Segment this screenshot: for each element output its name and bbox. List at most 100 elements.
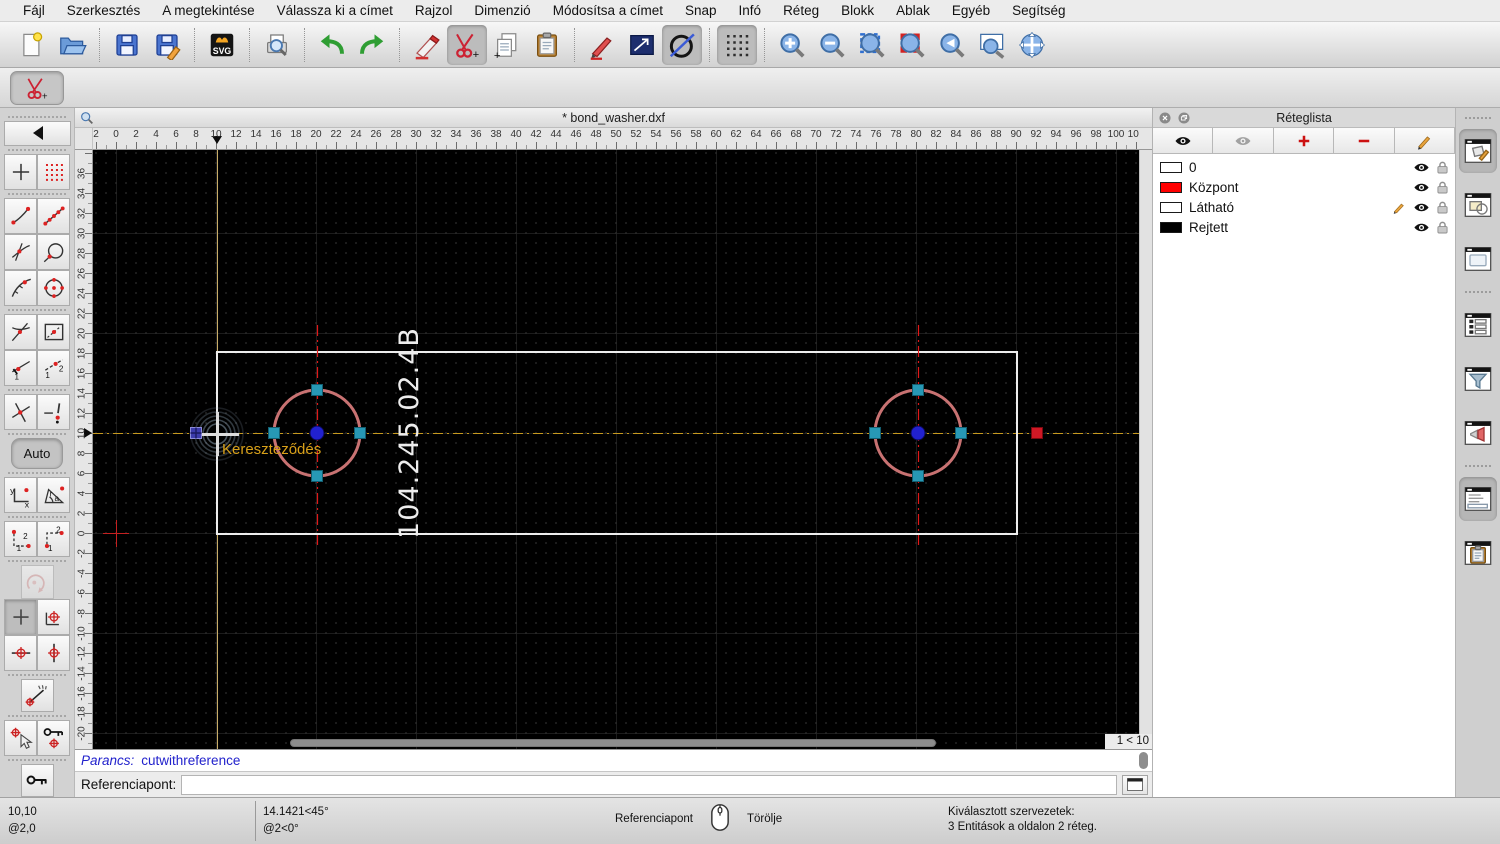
menu-item-8[interactable]: Snap (674, 3, 728, 18)
part-number-label[interactable]: 104.245.02.4B (394, 327, 425, 539)
save-as-button[interactable] (147, 25, 187, 65)
dock-handle[interactable] (8, 192, 66, 195)
layer-visibility-eye-icon[interactable] (1413, 181, 1430, 194)
layer-visibility-eye-icon[interactable] (1413, 221, 1430, 234)
layer-panel-title-bar[interactable]: Réteglista (1153, 108, 1455, 128)
restrict-nothing-button[interactable] (4, 598, 37, 635)
layer-list-dock-button[interactable] (1459, 129, 1497, 173)
command-prompt-dock-button[interactable] (1459, 411, 1497, 455)
menu-item-6[interactable]: Dimenzió (463, 3, 541, 18)
layer-lock-icon[interactable] (1437, 161, 1448, 174)
snap-distance-manual-2-button[interactable]: 12 (37, 349, 70, 386)
menu-item-4[interactable]: Válassza ki a címet (266, 3, 404, 18)
dock-handle[interactable] (8, 148, 66, 151)
dock-handle[interactable] (8, 308, 66, 311)
add-layer-button[interactable] (1273, 128, 1335, 153)
dock-handle[interactable] (8, 116, 66, 118)
left-circle-center-point[interactable] (309, 425, 325, 441)
menu-item-3[interactable]: A megtekintése (151, 3, 265, 18)
block-list-dock-button[interactable] (1459, 183, 1497, 227)
zoom-in-button[interactable] (772, 25, 812, 65)
filter-dock-button[interactable] (1459, 357, 1497, 401)
dock-handle[interactable] (8, 560, 66, 563)
dock-handle[interactable] (8, 472, 66, 475)
layer-row-Látható[interactable]: Látható (1153, 197, 1455, 217)
endpoint-handle[interactable] (1031, 427, 1043, 439)
entity-list-dock-button[interactable] (1459, 303, 1497, 347)
draw-pen-button[interactable] (582, 25, 622, 65)
menu-item-1[interactable]: Fájl (12, 3, 56, 18)
zoom-pan-button[interactable] (1012, 25, 1052, 65)
zoom-auto-button[interactable] (852, 25, 892, 65)
snap-distance-button[interactable] (4, 269, 37, 306)
copy-button[interactable]: + (487, 25, 527, 65)
dock-handle[interactable] (8, 516, 66, 519)
remove-layer-button[interactable] (1334, 128, 1395, 153)
snap-on-entity-button[interactable] (37, 233, 70, 270)
snap-intersection-button[interactable] (4, 393, 37, 430)
restrict-vertical-button[interactable] (37, 634, 70, 671)
restrict-horizontal-button[interactable] (4, 634, 37, 671)
angle-gauge-button[interactable] (20, 678, 54, 712)
collapse-back-button[interactable] (3, 121, 71, 146)
snap-intersection-manual-button[interactable] (37, 393, 70, 430)
reference-point-handle[interactable] (190, 427, 202, 439)
dock-handle[interactable] (1465, 465, 1491, 467)
menu-item-7[interactable]: Módosítsa a címet (542, 3, 674, 18)
set-relative-zero-button[interactable] (4, 719, 37, 756)
new-document-button[interactable] (12, 25, 52, 65)
menu-item-9[interactable]: Infó (728, 3, 773, 18)
horizontal-scrollbar-thumb[interactable] (290, 739, 936, 747)
snap-grid-button[interactable] (37, 153, 70, 190)
zoom-previous-button[interactable] (932, 25, 972, 65)
grid-toggle-button[interactable] (717, 24, 757, 65)
cut-button[interactable]: + (447, 24, 487, 65)
snap-points-button[interactable] (37, 197, 70, 234)
dock-handle[interactable] (1465, 117, 1491, 119)
menu-item-12[interactable]: Ablak (885, 3, 941, 18)
hide-all-layers-button[interactable] (1213, 128, 1274, 153)
close-icon[interactable] (1158, 111, 1172, 125)
drawing-canvas[interactable]: 104.245.02.4B Kereszteződés (93, 150, 1139, 749)
print-preview-button[interactable] (257, 25, 297, 65)
dock-handle[interactable] (8, 714, 66, 717)
snap-endpoints-button[interactable] (4, 197, 37, 234)
menu-item-11[interactable]: Blokk (830, 3, 885, 18)
menu-item-10[interactable]: Réteg (772, 3, 830, 18)
layer-lock-icon[interactable] (1437, 181, 1448, 194)
zoom-window-button[interactable] (972, 25, 1012, 65)
layer-lock-icon[interactable] (1437, 221, 1448, 234)
snap-distance-manual-1-button[interactable]: 1 (4, 349, 37, 386)
dock-handle[interactable] (8, 758, 66, 761)
clipboard-dock-button[interactable] (1459, 531, 1497, 575)
snap-middle-button[interactable] (4, 313, 37, 350)
menu-item-5[interactable]: Rajzol (404, 3, 464, 18)
dock-handle[interactable] (1465, 291, 1491, 293)
snap-auto-button[interactable]: Auto (11, 437, 63, 470)
ellipse-tool-button[interactable] (662, 24, 702, 65)
right-circle-center-point[interactable] (910, 425, 926, 441)
command-input[interactable] (181, 774, 1117, 795)
snap-free-button[interactable] (4, 153, 37, 190)
redo-button[interactable] (352, 25, 392, 65)
snap-nearest-button[interactable] (4, 233, 37, 270)
dock-handle[interactable] (8, 432, 66, 435)
coordinate-polar-button[interactable]: ra (37, 477, 70, 514)
restrict-orthogonal-button[interactable] (37, 598, 70, 635)
corner-order-a-button[interactable]: 12 (4, 521, 37, 558)
command-window-dock-button[interactable] (1459, 477, 1497, 521)
float-panel-icon[interactable] (1177, 111, 1191, 125)
open-button[interactable] (52, 25, 92, 65)
save-button[interactable] (107, 25, 147, 65)
dock-handle[interactable] (8, 673, 66, 676)
lock-button[interactable] (20, 763, 54, 797)
layer-visibility-eye-icon[interactable] (1413, 161, 1430, 174)
corner-order-b-button[interactable]: 12 (37, 521, 70, 558)
snap-rect-middle-button[interactable] (37, 313, 70, 350)
menu-item-2[interactable]: Szerkesztés (56, 3, 152, 18)
layer-row-Központ[interactable]: Központ (1153, 177, 1455, 197)
paste-button[interactable] (527, 25, 567, 65)
layer-row-Rejtett[interactable]: Rejtett (1153, 217, 1455, 237)
scale-button[interactable] (622, 25, 662, 65)
layer-visibility-eye-icon[interactable] (1413, 201, 1430, 214)
